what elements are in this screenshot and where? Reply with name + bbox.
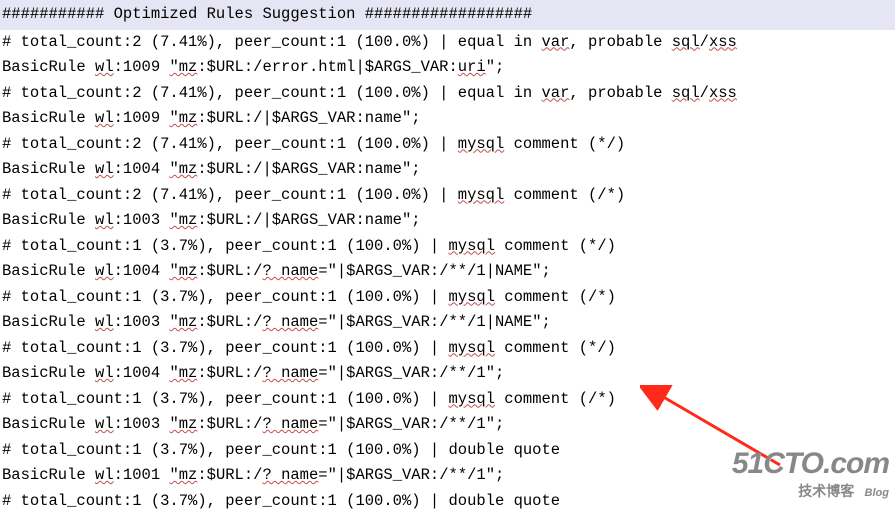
spellcheck-span: wl	[95, 364, 114, 382]
spellcheck-span: var	[542, 84, 570, 102]
spellcheck-span: wl	[95, 58, 114, 76]
spellcheck-span: "mz	[169, 313, 197, 331]
spellcheck-span: wl	[95, 313, 114, 331]
spellcheck-span: mysql	[448, 339, 495, 357]
code-line: BasicRule wl:1004 "mz:$URL:/? name="|$AR…	[0, 361, 895, 387]
spellcheck-span: ? name	[262, 415, 318, 433]
spellcheck-span: sql	[672, 84, 700, 102]
spellcheck-span: xss	[709, 33, 737, 51]
code-line: BasicRule wl:1004 "mz:$URL:/? name="|$AR…	[0, 259, 895, 285]
code-line: # total_count:1 (3.7%), peer_count:1 (10…	[0, 387, 895, 413]
spellcheck-span: "mz	[169, 364, 197, 382]
spellcheck-span: sql	[672, 33, 700, 51]
code-line: BasicRule wl:1001 "mz:$URL:/? name="|$AR…	[0, 463, 895, 489]
spellcheck-span: uri	[458, 58, 486, 76]
spellcheck-span: "mz	[169, 262, 197, 280]
spellcheck-span: xss	[709, 84, 737, 102]
code-line: # total_count:1 (3.7%), peer_count:1 (10…	[0, 234, 895, 260]
code-line: BasicRule wl:1009 "mz:$URL:/|$ARGS_VAR:n…	[0, 106, 895, 132]
code-line: # total_count:1 (3.7%), peer_count:1 (10…	[0, 489, 895, 512]
spellcheck-span: wl	[95, 415, 114, 433]
section-header: ########### Optimized Rules Suggestion #…	[0, 0, 895, 30]
code-line: BasicRule wl:1003 "mz:$URL:/|$ARGS_VAR:n…	[0, 208, 895, 234]
spellcheck-span: wl	[95, 160, 114, 178]
spellcheck-span: wl	[95, 262, 114, 280]
spellcheck-span: mysql	[448, 288, 495, 306]
spellcheck-span: wl	[95, 211, 114, 229]
spellcheck-span: mysql	[458, 186, 505, 204]
spellcheck-span: "mz	[169, 211, 197, 229]
spellcheck-span: ? name	[262, 364, 318, 382]
spellcheck-span: "mz	[169, 58, 197, 76]
spellcheck-span: "mz	[169, 415, 197, 433]
spellcheck-span: "mz	[169, 466, 197, 484]
code-line: BasicRule wl:1003 "mz:$URL:/? name="|$AR…	[0, 310, 895, 336]
code-line: BasicRule wl:1004 "mz:$URL:/|$ARGS_VAR:n…	[0, 157, 895, 183]
code-line: BasicRule wl:1003 "mz:$URL:/? name="|$AR…	[0, 412, 895, 438]
code-line: # total_count:2 (7.41%), peer_count:1 (1…	[0, 30, 895, 56]
spellcheck-span: mysql	[458, 135, 505, 153]
spellcheck-span: "mz	[169, 160, 197, 178]
code-line: # total_count:2 (7.41%), peer_count:1 (1…	[0, 81, 895, 107]
spellcheck-span: wl	[95, 109, 114, 127]
code-line: BasicRule wl:1009 "mz:$URL:/error.html|$…	[0, 55, 895, 81]
spellcheck-span: ? name	[262, 313, 318, 331]
spellcheck-span: wl	[95, 466, 114, 484]
code-line: # total_count:1 (3.7%), peer_count:1 (10…	[0, 438, 895, 464]
code-block: # total_count:2 (7.41%), peer_count:1 (1…	[0, 30, 895, 512]
spellcheck-span: mysql	[448, 237, 495, 255]
spellcheck-span: ? name	[262, 262, 318, 280]
code-line: # total_count:2 (7.41%), peer_count:1 (1…	[0, 183, 895, 209]
code-line: # total_count:1 (3.7%), peer_count:1 (10…	[0, 285, 895, 311]
spellcheck-span: var	[542, 33, 570, 51]
spellcheck-span: ? name	[262, 466, 318, 484]
spellcheck-span: mysql	[448, 390, 495, 408]
code-line: # total_count:2 (7.41%), peer_count:1 (1…	[0, 132, 895, 158]
spellcheck-span: "mz	[169, 109, 197, 127]
code-line: # total_count:1 (3.7%), peer_count:1 (10…	[0, 336, 895, 362]
